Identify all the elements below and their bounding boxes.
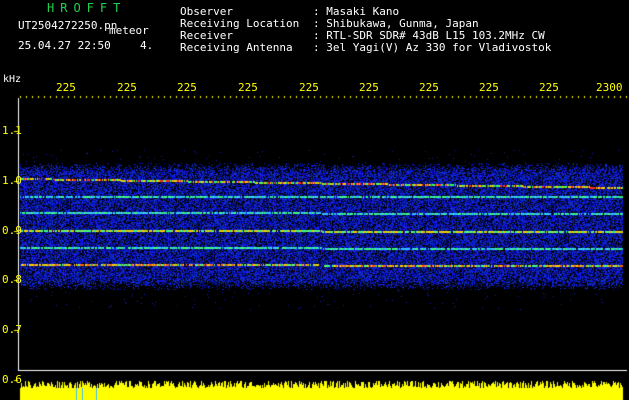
y-tick-label: 0.7	[2, 323, 22, 336]
y-axis-unit: kHz	[3, 74, 22, 85]
x-tick-label: 225	[359, 81, 379, 94]
y-tick-label: 0.9	[2, 224, 22, 237]
x-tick-label: 225	[117, 81, 137, 94]
y-tick-label: 1.0	[2, 174, 22, 187]
count-label: 4.	[140, 39, 154, 52]
spectrogram-canvas	[0, 0, 629, 400]
x-tick-label: 225	[56, 81, 76, 94]
x-tick-label: 225	[479, 81, 499, 94]
info-label-location: Receiving Location	[180, 17, 300, 30]
y-tick-label: 0.8	[2, 273, 22, 286]
info-value-receiver: : RTL-SDR SDR# 43dB L15 103.2MHz CW	[313, 29, 545, 42]
x-tick-label: 2300	[596, 81, 623, 94]
file-name: UT2504272250.pn	[18, 19, 118, 32]
app-brand: HROFFT	[47, 1, 127, 15]
x-tick-label: 225	[419, 81, 439, 94]
x-tick-label: 225	[177, 81, 197, 94]
x-tick-label: 225	[299, 81, 319, 94]
x-tick-label: 225	[539, 81, 559, 94]
info-label-antenna: Receiving Antenna	[180, 41, 293, 54]
y-tick-label: 0.6	[2, 373, 22, 386]
info-label-receiver: Receiver	[180, 29, 233, 42]
date-time: 25.04.27 22:50	[18, 39, 111, 52]
info-value-antenna: : 3el Yagi(V) Az 330 for Vladivostok	[313, 41, 552, 54]
info-label-observer: Observer	[180, 5, 233, 18]
y-tick-label: 1.1	[2, 124, 22, 137]
mode-label: meteor	[109, 24, 149, 37]
x-tick-label: 225	[238, 81, 258, 94]
info-value-location: : Shibukawa, Gunma, Japan	[313, 17, 479, 30]
info-value-observer: : Masaki Kano	[313, 5, 400, 18]
